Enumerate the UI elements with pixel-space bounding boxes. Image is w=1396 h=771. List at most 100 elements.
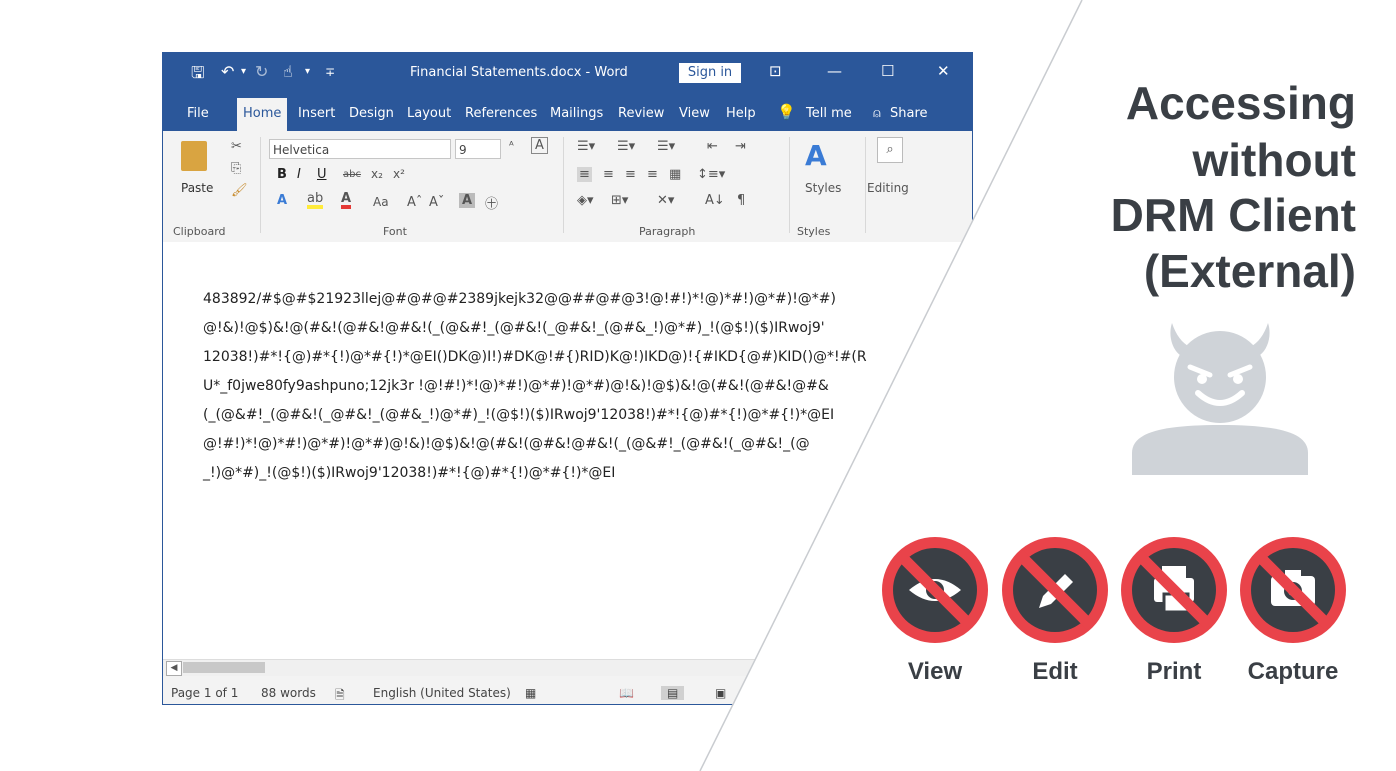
redo-icon[interactable]: ↻ [255, 62, 268, 81]
tab-review[interactable]: Review [618, 106, 664, 121]
language-indicator[interactable]: English (United States) [373, 686, 511, 700]
font-name-field[interactable]: Helvetica [269, 139, 451, 159]
grow-font-icon[interactable]: Aˆ [407, 195, 422, 210]
tab-design[interactable]: Design [349, 106, 394, 121]
group-label-font: Font [383, 225, 407, 238]
read-mode-icon[interactable]: 📖 [619, 686, 634, 700]
share-icon[interactable]: ⍝ [873, 106, 881, 121]
underline-button[interactable]: U [317, 167, 327, 182]
scroll-left-icon[interactable]: ◀ [166, 661, 182, 676]
close-button[interactable]: ✕ [937, 62, 950, 80]
numbering-icon[interactable]: ☰▾ [617, 139, 635, 154]
web-layout-icon[interactable]: ▣ [715, 686, 726, 700]
print-layout-icon[interactable]: ▤ [661, 686, 685, 700]
document-line: 12038!)#*!{@)#*{!)@*#{!)*@EI()DK@)I!)#DK… [203, 349, 867, 365]
asian-layout-icon[interactable]: ✕▾ [657, 193, 674, 208]
align-left-icon[interactable]: ≡ [577, 167, 592, 182]
proofing-icon[interactable]: 🗎 [335, 686, 345, 704]
bullets-icon[interactable]: ☰▾ [577, 139, 595, 154]
tab-mailings[interactable]: Mailings [550, 106, 603, 121]
blocked-view-icon [882, 537, 988, 643]
word-window: 🖫 ↶ ▾ ↻ ☝ ▾ ∓ Financial Statements.docx … [162, 52, 973, 705]
undo-dropdown-icon[interactable]: ▾ [241, 66, 246, 77]
page-count[interactable]: Page 1 of 1 [171, 686, 238, 700]
multilevel-list-icon[interactable]: ☰▾ [657, 139, 675, 154]
heading-line: without [1192, 134, 1357, 186]
touch-dropdown-icon[interactable]: ▾ [305, 66, 310, 77]
line-spacing-icon[interactable]: ↕≡▾ [697, 167, 725, 182]
clear-formatting-icon[interactable]: A [531, 137, 548, 154]
borders-icon[interactable]: ⊞▾ [611, 193, 628, 208]
tab-home[interactable]: Home [237, 98, 288, 131]
save-icon[interactable]: 🖫 [191, 62, 205, 89]
word-count[interactable]: 88 words [261, 686, 316, 700]
align-center-icon[interactable]: ≡ [603, 167, 614, 182]
tab-insert[interactable]: Insert [298, 106, 335, 121]
paste-label[interactable]: Paste [181, 181, 213, 195]
caption-view: View [907, 658, 963, 685]
paste-icon[interactable] [181, 141, 207, 171]
status-bar: Page 1 of 1 88 words 🗎 English (United S… [163, 676, 972, 704]
show-formatting-icon[interactable]: ¶ [737, 193, 745, 208]
blocked-edit-icon [1002, 537, 1108, 643]
find-icon[interactable]: ⌕ [877, 137, 903, 163]
font-size-field[interactable]: 9 [455, 139, 501, 159]
superscript-button[interactable]: x² [393, 167, 405, 181]
italic-button[interactable]: I [297, 167, 301, 182]
tab-references[interactable]: References [465, 106, 537, 121]
ribbon-tabs: File Home Insert Design Layout Reference… [163, 92, 972, 131]
shrink-font-icon[interactable]: Aˇ [429, 195, 444, 210]
change-case-icon[interactable]: ᴬ [509, 139, 514, 152]
lightbulb-icon[interactable]: 💡 [777, 103, 796, 121]
sign-in-button[interactable]: Sign in [679, 63, 741, 83]
change-case-menu-icon[interactable]: Aa [373, 195, 389, 209]
share-button[interactable]: Share [890, 106, 928, 121]
document-line: 483892/#$@#$21923llej@#@#@#2389jkejk32@@… [203, 291, 837, 307]
decrease-indent-icon[interactable]: ⇤ [707, 139, 718, 154]
tab-file[interactable]: File [187, 106, 209, 121]
tab-view[interactable]: View [679, 106, 710, 121]
cut-icon[interactable]: ✂ [231, 139, 242, 154]
group-divider [789, 137, 790, 233]
editing-label[interactable]: Editing [867, 181, 909, 195]
document-line: @!&)!@$)&!@(#&!(@#&!@#&!(_(@&#!_(@#&!(_@… [203, 320, 825, 336]
subscript-button[interactable]: x₂ [371, 167, 383, 181]
font-color-icon[interactable]: A [341, 192, 352, 209]
devil-user-icon [1132, 323, 1308, 475]
enclose-characters-icon[interactable]: ㊉ [485, 193, 498, 212]
tab-help[interactable]: Help [726, 106, 756, 121]
undo-icon[interactable]: ↶ [221, 62, 234, 81]
tab-layout[interactable]: Layout [407, 106, 451, 121]
format-painter-icon[interactable]: 🖌 [231, 183, 248, 198]
shading-icon[interactable]: ◈▾ [577, 193, 594, 208]
maximize-button[interactable]: ☐ [881, 62, 894, 80]
document-line: U*_f0jwe80fy9ashpuno;12jk3r !@!#!)*!@)*#… [203, 378, 829, 394]
customize-qat-icon[interactable]: ∓ [325, 65, 335, 79]
tell-me-search[interactable]: Tell me [806, 106, 852, 121]
group-label-clipboard: Clipboard [173, 225, 226, 238]
ribbon-display-options-icon[interactable]: ⊡ [769, 62, 782, 80]
copy-icon[interactable]: ⎘ [231, 161, 241, 176]
touch-mode-icon[interactable]: ☝ [283, 62, 293, 81]
strikethrough-button[interactable]: abc [343, 169, 361, 180]
increase-indent-icon[interactable]: ⇥ [735, 139, 746, 154]
sort-icon[interactable]: A↓ [705, 193, 725, 208]
justify-icon[interactable]: ≡ [647, 167, 658, 182]
highlight-icon[interactable]: ab [307, 192, 324, 209]
ribbon-home: Paste ✂ ⎘ 🖌 Clipboard Helvetica 9 ᴬ A B … [163, 131, 972, 243]
styles-label[interactable]: Styles [805, 181, 841, 195]
macro-icon[interactable]: ▦ [525, 686, 536, 700]
distributed-icon[interactable]: ▦ [669, 167, 681, 182]
heading-line: (External) [1143, 245, 1356, 297]
horizontal-scrollbar[interactable]: ◀ [163, 659, 972, 677]
scrollbar-thumb[interactable] [183, 662, 265, 673]
text-effects-icon[interactable]: A [277, 193, 287, 208]
heading-line: Accessing [1125, 77, 1356, 129]
align-right-icon[interactable]: ≡ [625, 167, 636, 182]
styles-gallery-icon[interactable]: A [805, 139, 827, 172]
minimize-button[interactable]: — [827, 62, 842, 80]
document-canvas[interactable]: 483892/#$@#$21923llej@#@#@#2389jkejk32@@… [163, 242, 972, 658]
character-shading-icon[interactable]: A [459, 193, 476, 208]
bold-button[interactable]: B [277, 167, 287, 182]
caption-print: Print [1146, 658, 1202, 685]
